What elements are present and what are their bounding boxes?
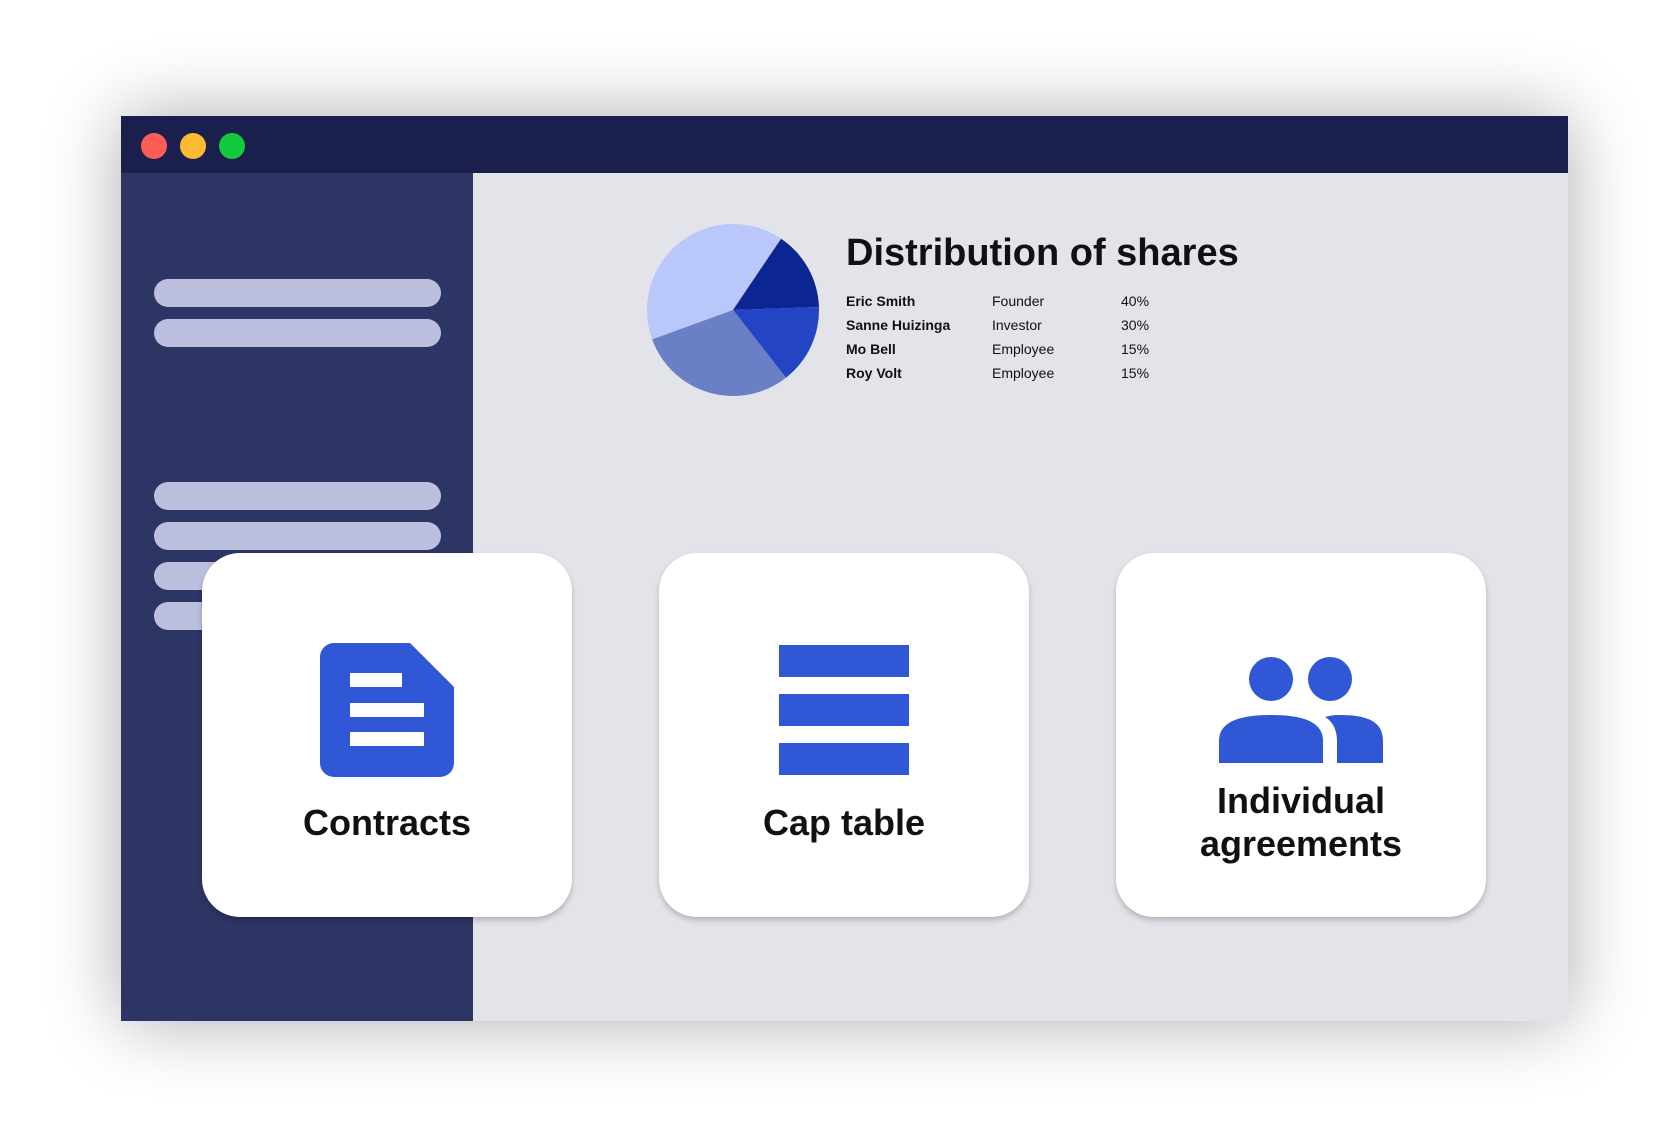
shareholder-percent: 30% (1121, 317, 1150, 333)
shareholder-name: Mo Bell (846, 341, 896, 357)
list-icon (779, 645, 909, 775)
contracts-card[interactable]: Contracts (202, 553, 572, 917)
sidebar-item-placeholder[interactable] (154, 319, 441, 347)
card-label: Contracts (302, 802, 472, 843)
shareholder-percent: 15% (1121, 341, 1150, 357)
shareholder-role: Founder (992, 293, 1045, 309)
shareholder-name: Eric Smith (846, 293, 916, 309)
maximize-window-button[interactable] (219, 133, 245, 159)
document-icon (320, 643, 454, 777)
title-bar (121, 116, 1568, 173)
shareholder-role: Employee (992, 365, 1055, 381)
shareholder-percent: 40% (1121, 293, 1150, 309)
sidebar-item-placeholder[interactable] (154, 279, 441, 307)
shareholder-name: Roy Volt (846, 365, 902, 381)
shareholder-role: Investor (992, 317, 1042, 333)
people-icon (1219, 657, 1383, 763)
individual-agreements-card[interactable]: Individual agreements (1116, 553, 1486, 917)
sidebar-item-placeholder[interactable] (154, 522, 441, 550)
card-label: Individual agreements (1116, 779, 1486, 865)
card-label: Cap table (762, 802, 926, 843)
card-label-line: Individual (1216, 780, 1385, 821)
distribution-title: Distribution of shares (846, 232, 1239, 274)
shares-pie-chart (647, 224, 819, 396)
shareholder-percent: 15% (1121, 365, 1150, 381)
close-window-button[interactable] (141, 133, 167, 159)
cap-table-card[interactable]: Cap table (659, 553, 1029, 917)
shareholder-role: Employee (992, 341, 1055, 357)
minimize-window-button[interactable] (180, 133, 206, 159)
card-label-line: agreements (1199, 823, 1403, 864)
sidebar-item-placeholder[interactable] (154, 482, 441, 510)
shareholder-name: Sanne Huizinga (846, 317, 951, 333)
